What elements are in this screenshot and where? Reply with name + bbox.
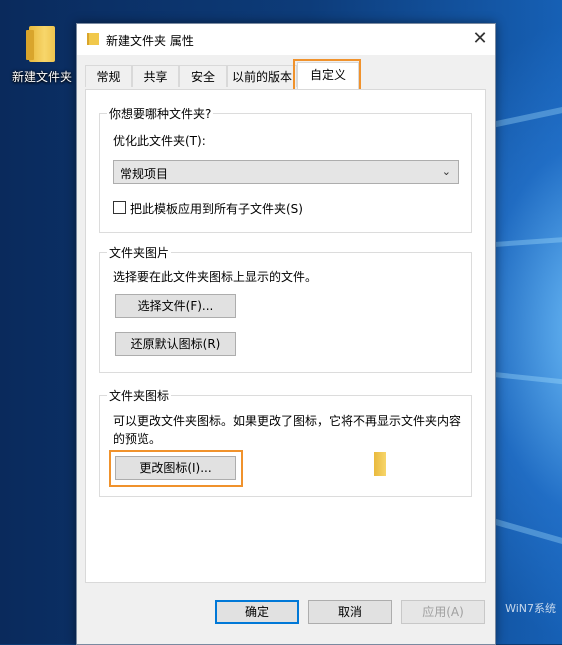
apply-subfolders-label: 把此模板应用到所有子文件夹(S) (130, 202, 303, 216)
folder-pictures-description: 选择要在此文件夹图标上显示的文件。 (113, 270, 318, 284)
chevron-down-icon: ⌄ (441, 165, 451, 178)
folder-icon (26, 26, 55, 62)
choose-file-button[interactable]: 选择文件(F)... (115, 294, 236, 318)
customize-panel: 你想要哪种文件夹? 优化此文件夹(T): 常规项目 ⌄ 把此模板应用到所有子文件… (85, 89, 486, 583)
apply-subfolders-checkbox[interactable] (113, 201, 126, 214)
tab-general[interactable]: 常规 (85, 65, 132, 87)
cancel-button[interactable]: 取消 (308, 600, 392, 624)
close-icon[interactable]: ✕ (465, 24, 495, 54)
folder-icon-legend: 文件夹图标 (109, 389, 170, 403)
tab-customize[interactable]: 自定义 (297, 62, 359, 89)
optimize-select[interactable]: 常规项目 ⌄ (113, 160, 459, 184)
change-icon-button[interactable]: 更改图标(I)... (115, 456, 236, 480)
optimize-label: 优化此文件夹(T): (113, 134, 206, 148)
desktop-folder-item[interactable]: 新建文件夹 (6, 26, 78, 85)
dialog-title: 新建文件夹 属性 (106, 34, 194, 48)
apply-button[interactable]: 应用(A) (401, 600, 485, 624)
folder-icon-description-2: 的预览。 (113, 432, 162, 446)
watermark: WiN7系统 (505, 602, 556, 615)
folder-type-legend: 你想要哪种文件夹? (109, 107, 212, 121)
desktop-folder-label: 新建文件夹 (11, 70, 72, 84)
tab-sharing[interactable]: 共享 (132, 65, 179, 87)
properties-dialog: 新建文件夹 属性 ✕ 常规 共享 安全 以前的版本 自定义 你想要哪种文件夹? … (76, 23, 496, 645)
tab-previous-versions[interactable]: 以前的版本 (227, 65, 297, 87)
ok-button[interactable]: 确定 (215, 600, 299, 624)
folder-icon (87, 33, 99, 45)
folder-preview-icon (374, 452, 386, 476)
optimize-select-value: 常规项目 (120, 167, 169, 181)
title-bar[interactable]: 新建文件夹 属性 ✕ (77, 24, 495, 55)
tab-security[interactable]: 安全 (179, 65, 227, 87)
restore-default-button[interactable]: 还原默认图标(R) (115, 332, 236, 356)
folder-icon-description-1: 可以更改文件夹图标。如果更改了图标，它将不再显示文件夹内容 (113, 414, 462, 428)
folder-pictures-legend: 文件夹图片 (109, 246, 170, 260)
